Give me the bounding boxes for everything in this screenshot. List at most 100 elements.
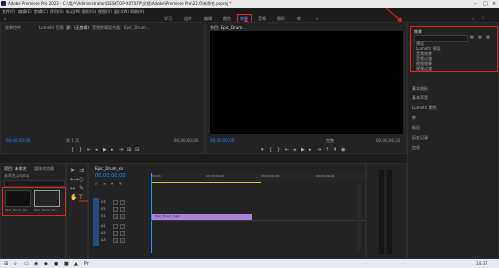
mute-track-icon[interactable] bbox=[113, 238, 118, 243]
linked-selection-icon[interactable]: ∞ bbox=[103, 181, 106, 186]
lift-icon[interactable]: ⇡ bbox=[325, 147, 329, 153]
step-back-icon[interactable]: ◂ bbox=[95, 147, 98, 153]
mute-track-icon[interactable] bbox=[113, 224, 118, 229]
go-to-in-icon[interactable]: ⇤ bbox=[87, 147, 91, 153]
premiere-taskbar-icon[interactable]: Pr bbox=[84, 261, 89, 267]
toggle-output-icon[interactable] bbox=[120, 207, 125, 212]
timeline-clip[interactable]: Epic_Drum_mp4 bbox=[152, 214, 252, 220]
playhead[interactable] bbox=[151, 173, 152, 253]
ripple-edit-tool-icon[interactable]: ⟷ bbox=[70, 176, 79, 183]
insert-icon[interactable]: ⊞ bbox=[127, 147, 131, 153]
tab-project[interactable]: 项目: 未命名 bbox=[4, 166, 27, 172]
selection-tool-icon[interactable]: ➤ bbox=[70, 167, 75, 174]
section-libraries[interactable]: 库 bbox=[412, 115, 416, 121]
home-icon[interactable]: ⌂ bbox=[4, 16, 7, 21]
overwrite-icon[interactable]: ⊟ bbox=[135, 147, 139, 153]
time-ruler[interactable]: 00;00 00;00;02;00 00;00;04;00 00;00;06;0… bbox=[151, 173, 365, 181]
source-page[interactable]: 第 1 页 bbox=[66, 138, 79, 144]
app-icon[interactable]: ● bbox=[54, 261, 58, 267]
program-timecode[interactable]: 00;00;00;00 bbox=[210, 138, 234, 143]
timeline-scrollbar[interactable] bbox=[357, 184, 361, 250]
toggle-sync-lock-icon[interactable] bbox=[113, 200, 118, 205]
accelerated-effects-icon[interactable]: ▦ bbox=[470, 34, 474, 39]
export-frame-icon[interactable]: ◉ bbox=[341, 147, 345, 153]
section-lumetri-color[interactable]: Lumetri 颜色 bbox=[412, 105, 437, 111]
wrench-icon[interactable]: ✎ bbox=[119, 181, 122, 186]
track-select-tool-icon[interactable]: ⇉ bbox=[79, 167, 84, 174]
snap-icon[interactable]: ∩ bbox=[95, 181, 98, 186]
toggle-output-icon[interactable] bbox=[120, 200, 125, 205]
add-marker-icon[interactable]: ▾ bbox=[111, 181, 113, 186]
solo-track-icon[interactable] bbox=[120, 231, 125, 236]
source-duration: 00;00;00;00 bbox=[174, 138, 199, 143]
razor-tool-icon[interactable]: ◇ bbox=[79, 176, 84, 183]
search-icon[interactable]: ⌕ bbox=[472, 16, 474, 21]
program-quality[interactable]: 完整 bbox=[326, 138, 334, 144]
app-icon[interactable]: ▲ bbox=[74, 261, 78, 267]
solo-track-icon[interactable] bbox=[120, 224, 125, 229]
effects-tree-item[interactable]: 视频过渡 bbox=[416, 66, 432, 72]
mark-in-icon[interactable]: { bbox=[269, 147, 272, 153]
toggle-sync-lock-icon[interactable] bbox=[113, 214, 118, 219]
source-timecode[interactable]: 00;00;00;00 bbox=[6, 138, 30, 143]
workspace-more[interactable]: » bbox=[316, 16, 318, 21]
track-a3[interactable]: A3 bbox=[101, 238, 106, 242]
add-marker-icon[interactable]: ▾ bbox=[261, 147, 264, 153]
section-info[interactable]: 信息 bbox=[412, 145, 420, 151]
track-a1[interactable]: A1 bbox=[101, 224, 106, 228]
go-to-out-icon[interactable]: ⇥ bbox=[317, 147, 321, 153]
step-forward-icon[interactable]: ▸ bbox=[309, 147, 312, 153]
play-icon[interactable]: ▶ bbox=[301, 147, 305, 153]
step-forward-icon[interactable]: ▸ bbox=[111, 147, 114, 153]
go-to-in-icon[interactable]: ⇤ bbox=[285, 147, 289, 153]
mute-track-icon[interactable] bbox=[113, 231, 118, 236]
track-v1[interactable]: V1 bbox=[101, 214, 106, 218]
section-history[interactable]: 历史记录 bbox=[412, 135, 428, 141]
mark-out-icon[interactable]: } bbox=[79, 147, 82, 153]
pen-tool-icon[interactable]: ✎ bbox=[79, 185, 84, 192]
effects-side-panel: 效果 ▦ ▦ ▦ 预设 Lumetri 预设 音频效果 音频过渡 视频效果 视频… bbox=[407, 22, 499, 259]
tab-audio-clip-mixer[interactable]: 音频剪辑混合器：Epic_Drum... bbox=[92, 25, 149, 31]
32bit-effects-icon[interactable]: ▦ bbox=[478, 34, 482, 39]
track-v2[interactable]: V2 bbox=[101, 207, 106, 211]
play-icon[interactable]: ▶ bbox=[103, 147, 107, 153]
section-essential-sound[interactable]: 基本声音 bbox=[412, 95, 428, 101]
tab-source[interactable]: 源：(无剪辑) bbox=[66, 25, 89, 31]
search-icon[interactable]: ⌕ bbox=[14, 261, 17, 267]
maximize-icon[interactable]: □ bbox=[483, 1, 488, 7]
yuv-effects-icon[interactable]: ▦ bbox=[486, 34, 490, 39]
mark-in-icon[interactable]: { bbox=[71, 147, 74, 153]
step-back-icon[interactable]: ◂ bbox=[293, 147, 296, 153]
track-a2[interactable]: A2 bbox=[101, 231, 106, 235]
mark-out-icon[interactable]: } bbox=[277, 147, 280, 153]
minimize-icon[interactable]: – bbox=[474, 1, 477, 7]
timeline-timecode[interactable]: 00;00;00;00 bbox=[95, 173, 126, 179]
section-essential-graphics[interactable]: 基本图形 bbox=[412, 86, 428, 92]
video-audio-divider bbox=[151, 220, 365, 221]
windows-start-icon[interactable]: ⊞ bbox=[4, 261, 8, 267]
app-icon[interactable]: ■ bbox=[64, 261, 69, 267]
app-icon[interactable]: ◉ bbox=[34, 261, 38, 267]
source-patching[interactable] bbox=[93, 198, 99, 246]
go-to-out-icon[interactable]: ⇥ bbox=[119, 147, 123, 153]
timeline-tab[interactable]: Epic_Drum_xx bbox=[95, 166, 123, 171]
solo-track-icon[interactable] bbox=[120, 238, 125, 243]
clip-thumbnail[interactable] bbox=[5, 190, 31, 207]
close-icon[interactable]: × bbox=[492, 1, 496, 7]
project-search-input[interactable] bbox=[4, 180, 65, 187]
app-icon[interactable]: ◆ bbox=[44, 261, 48, 267]
toggle-output-icon[interactable] bbox=[120, 214, 125, 219]
work-area-bar[interactable] bbox=[151, 182, 261, 183]
task-view-icon[interactable]: ▭ bbox=[24, 261, 29, 267]
track-v3[interactable]: V3 bbox=[101, 200, 106, 204]
tab-lumetri-scopes[interactable]: Lumetri 范围 bbox=[39, 25, 64, 31]
help-icon[interactable]: ? bbox=[482, 16, 484, 21]
tab-media-browser[interactable]: 媒体浏览器 bbox=[34, 166, 54, 172]
clip-thumbnail[interactable] bbox=[34, 190, 60, 207]
section-markers[interactable]: 标记 bbox=[412, 125, 420, 131]
slip-tool-icon[interactable]: ↔ bbox=[70, 185, 75, 192]
arrow-annotation-icon bbox=[385, 7, 402, 22]
extract-icon[interactable]: ⇞ bbox=[333, 147, 337, 153]
tab-effect-controls[interactable]: 效果控件 bbox=[5, 25, 21, 31]
toggle-sync-lock-icon[interactable] bbox=[113, 207, 118, 212]
